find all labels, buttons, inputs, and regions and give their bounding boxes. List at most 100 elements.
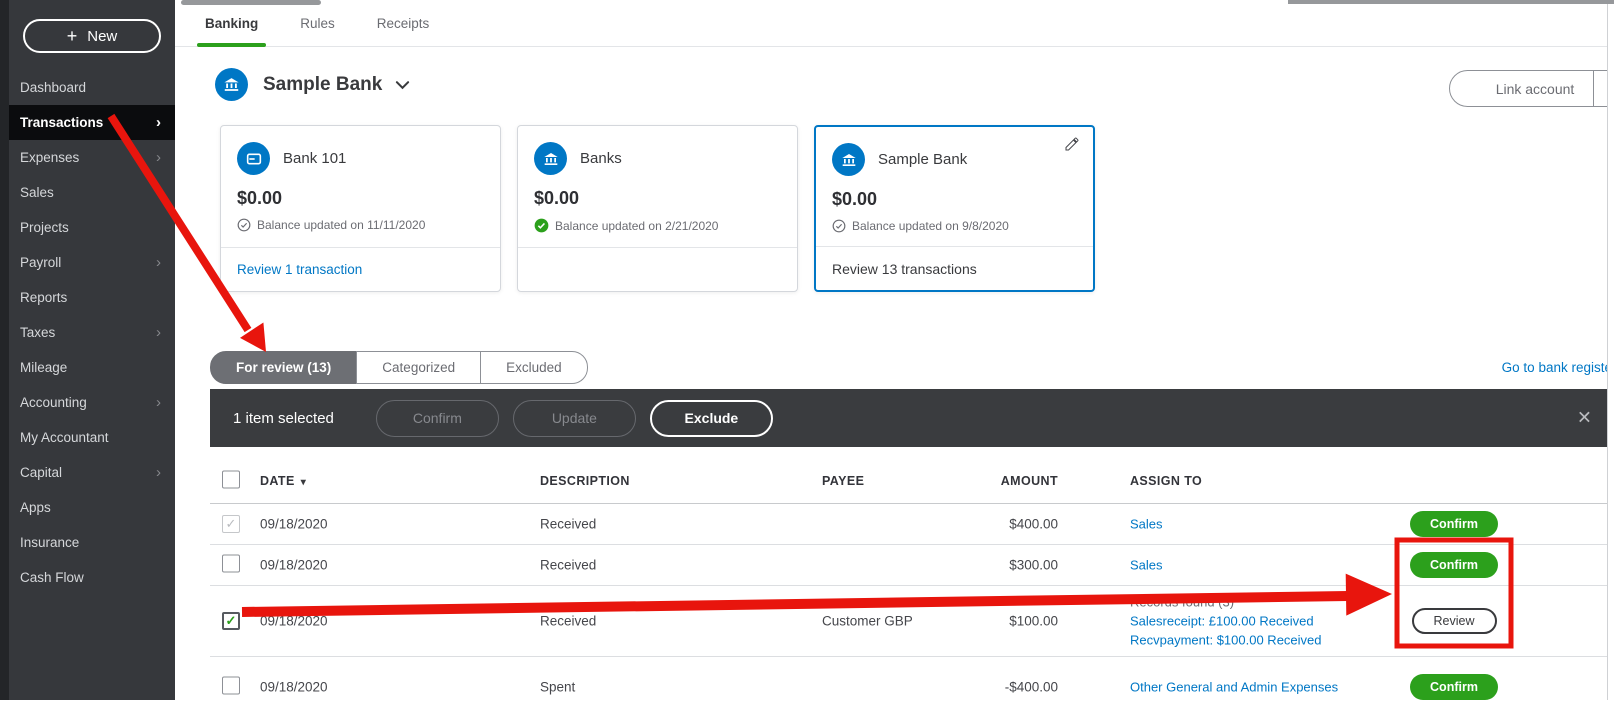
- page-title: Sample Bank: [263, 73, 383, 95]
- cell-assign-to: Sales: [1130, 515, 1396, 534]
- filter-tab-excluded[interactable]: Excluded: [480, 351, 588, 384]
- filter-tab-categorized[interactable]: Categorized: [356, 351, 482, 384]
- account-balance: $0.00: [237, 188, 283, 208]
- table-row: ✓ 09/18/2020 Received $400.00 Sales Conf…: [210, 504, 1608, 545]
- tab-receipts[interactable]: Receipts: [375, 16, 432, 46]
- transactions-table: DATE ▾ DESCRIPTION PAYEE AMOUNT ASSIGN TO…: [210, 459, 1608, 717]
- confirm-row-button[interactable]: Confirm: [1410, 552, 1498, 578]
- filter-tab-for-review-13[interactable]: For review (13): [210, 351, 358, 384]
- chevron-right-icon: ›: [156, 254, 161, 271]
- sidebar-item-label: Insurance: [20, 535, 80, 550]
- card-footer: Review 13 transactions: [816, 246, 1093, 290]
- tab-rules[interactable]: Rules: [298, 16, 337, 46]
- edit-pencil-icon[interactable]: [1064, 136, 1080, 157]
- sidebar-item-label: Capital: [20, 465, 63, 480]
- chevron-right-icon: ›: [156, 394, 161, 411]
- sidebar-item-label: Cash Flow: [20, 570, 84, 585]
- assign-to-link[interactable]: Sales: [1130, 556, 1396, 575]
- sidebar-item-apps[interactable]: Apps: [9, 490, 175, 525]
- sidebar-item-label: Taxes: [20, 325, 56, 340]
- assign-to-link[interactable]: Other General and Admin Expenses: [1130, 678, 1396, 697]
- sidebar-item-transactions[interactable]: Transactions ›: [9, 105, 175, 140]
- sidebar-item-accounting[interactable]: Accounting ›: [9, 385, 175, 420]
- bank-account-dropdown[interactable]: Sample Bank: [215, 68, 410, 101]
- confirm-row-button[interactable]: Confirm: [1410, 511, 1498, 537]
- cell-date: 09/18/2020: [260, 679, 328, 695]
- right-scrollbar-track: [1607, 0, 1614, 700]
- header-date[interactable]: DATE ▾: [260, 474, 306, 488]
- cell-amount: -$400.00: [1004, 679, 1058, 695]
- account-card-bank-101[interactable]: Bank 101 $0.00 Balance updated on 11/11/…: [220, 125, 501, 292]
- cell-description: Received: [540, 516, 597, 532]
- assign-to-link[interactable]: Salesreceipt: £100.00 Received: [1130, 612, 1396, 631]
- sidebar-item-label: Transactions: [20, 115, 104, 130]
- sidebar-item-taxes[interactable]: Taxes ›: [9, 315, 175, 350]
- sidebar-item-payroll[interactable]: Payroll ›: [9, 245, 175, 280]
- table-row: 09/18/2020 Spent -$400.00 Other General …: [210, 657, 1608, 717]
- check-circle-icon: [237, 218, 251, 232]
- close-icon[interactable]: ✕: [1577, 408, 1592, 429]
- row-checkbox[interactable]: [222, 676, 240, 695]
- sidebar-item-capital[interactable]: Capital ›: [9, 455, 175, 490]
- sidebar-item-projects[interactable]: Projects: [9, 210, 175, 245]
- selected-count-text: 1 item selected: [233, 409, 334, 427]
- account-card-banks[interactable]: Banks $0.00 Balance updated on 2/21/2020: [517, 125, 798, 292]
- sidebar-item-mileage[interactable]: Mileage: [9, 350, 175, 385]
- balance-updated-text: Balance updated on 9/8/2020: [852, 219, 1009, 233]
- cell-amount: $100.00: [1009, 613, 1058, 629]
- confirm-row-button[interactable]: Confirm: [1410, 674, 1498, 700]
- plus-icon: +: [66, 26, 78, 46]
- sidebar-nav: Dashboard Transactions › Expenses › Sales Proj…: [9, 70, 175, 595]
- tab-banking[interactable]: Banking: [196, 16, 267, 47]
- cell-date: 09/18/2020: [260, 613, 328, 629]
- link-account-button[interactable]: Link account: [1449, 70, 1614, 107]
- bulk-action-buttons: Confirm Update Exclude: [375, 399, 773, 437]
- sidebar-item-label: My Accountant: [20, 430, 109, 445]
- bank-icon: [215, 68, 248, 101]
- sidebar-item-cash-flow[interactable]: Cash Flow: [9, 560, 175, 595]
- sidebar-item-insurance[interactable]: Insurance: [9, 525, 175, 560]
- cell-description: Spent: [540, 679, 576, 695]
- sidebar-item-label: Mileage: [20, 360, 68, 375]
- cell-assign-to: Other General and Admin Expenses: [1130, 678, 1396, 697]
- scrollbar-thumb-fragment[interactable]: [1288, 0, 1614, 4]
- chevron-right-icon: ›: [156, 149, 161, 166]
- row-checkbox[interactable]: ✓: [222, 612, 240, 630]
- go-to-bank-register-link[interactable]: Go to bank registe: [1502, 360, 1612, 375]
- sidebar-item-dashboard[interactable]: Dashboard: [9, 70, 175, 105]
- review-row-button[interactable]: Review: [1411, 608, 1497, 634]
- link-account-label: Link account: [1495, 80, 1575, 97]
- account-name: Bank 101: [283, 150, 347, 167]
- new-button[interactable]: + New: [23, 19, 161, 53]
- sidebar-item-reports[interactable]: Reports: [9, 280, 175, 315]
- exclude-bulk-button[interactable]: Exclude: [649, 399, 773, 437]
- cell-date: 09/18/2020: [260, 516, 328, 532]
- header-amount: AMOUNT: [1000, 474, 1058, 488]
- confirm-bulk-button[interactable]: Confirm: [375, 399, 499, 437]
- update-bulk-button[interactable]: Update: [512, 399, 636, 437]
- sidebar-item-label: Accounting: [20, 395, 87, 410]
- sidebar-item-sales[interactable]: Sales: [9, 175, 175, 210]
- sidebar: + New Dashboard Transactions › Expenses › Sal…: [0, 0, 175, 700]
- row-checkbox[interactable]: [222, 554, 240, 573]
- review-transactions-link[interactable]: Review 1 transaction: [237, 262, 362, 277]
- cell-amount: $400.00: [1009, 516, 1058, 532]
- account-card-sample-bank[interactable]: Sample Bank $0.00 Balance updated on 9/8…: [814, 125, 1095, 292]
- select-all-checkbox[interactable]: [222, 470, 240, 489]
- main-content: Banking Rules Receipts Sample Bank Link ac…: [175, 0, 1614, 700]
- bank-icon: [534, 142, 567, 175]
- review-transactions-link[interactable]: Review 13 transactions: [832, 261, 977, 277]
- assign-to-link[interactable]: Sales: [1130, 515, 1396, 534]
- scrollbar-thumb-fragment[interactable]: [181, 0, 321, 5]
- row-checkbox[interactable]: ✓: [222, 515, 240, 533]
- sidebar-item-my-accountant[interactable]: My Accountant: [9, 420, 175, 455]
- chevron-right-icon: ›: [156, 114, 161, 131]
- sidebar-item-expenses[interactable]: Expenses ›: [9, 140, 175, 175]
- table-row: ✓ 09/18/2020 Received Customer GBP $100.…: [210, 586, 1608, 657]
- account-balance: $0.00: [534, 188, 580, 208]
- table-body: ✓ 09/18/2020 Received $400.00 Sales Conf…: [210, 504, 1608, 717]
- assign-to-link[interactable]: Recvpayment: $100.00 Received: [1130, 631, 1396, 650]
- sidebar-item-label: Reports: [20, 290, 68, 305]
- cell-description: Received: [540, 557, 597, 573]
- check-circle-green-icon: [534, 218, 549, 233]
